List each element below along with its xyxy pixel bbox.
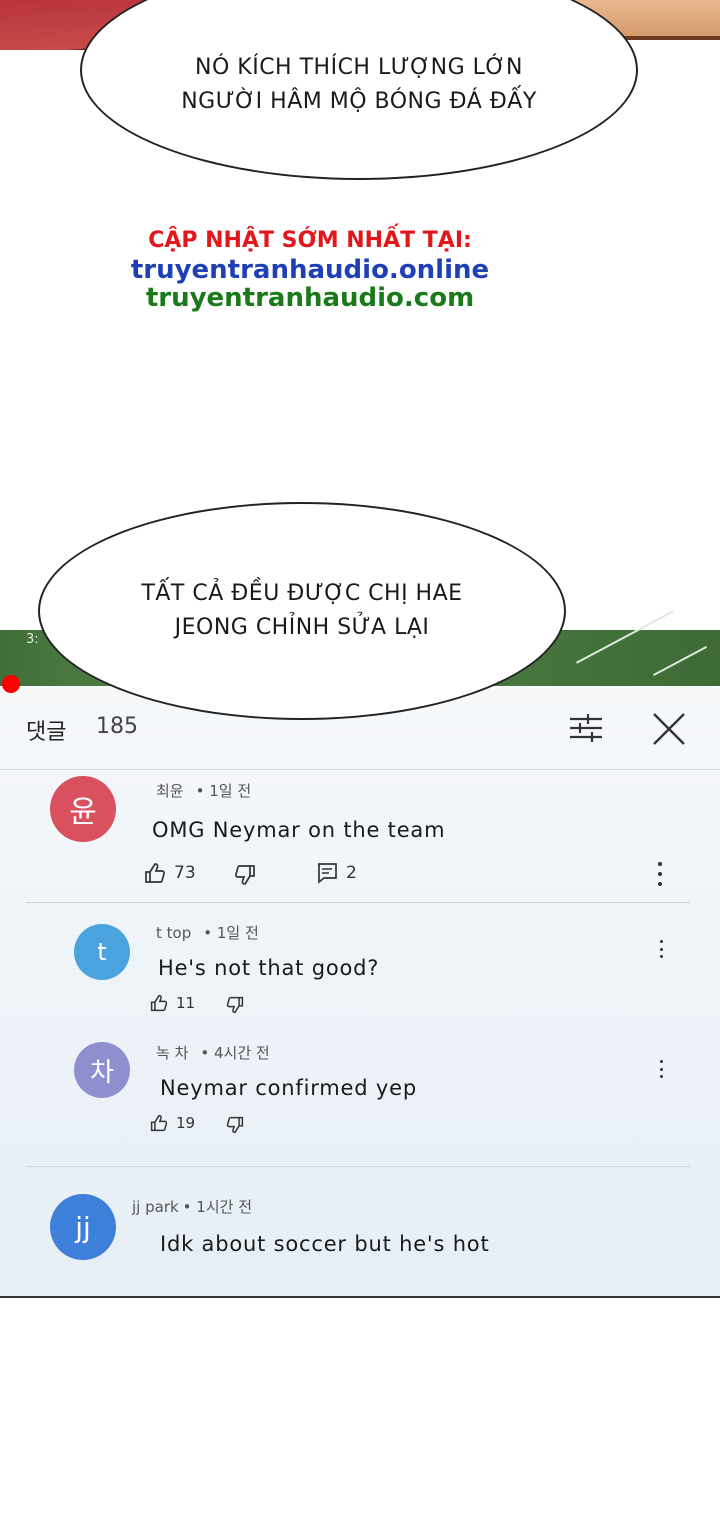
more-icon[interactable] <box>655 940 667 958</box>
avatar[interactable]: 윤 <box>50 776 116 842</box>
bubble-bottom-line-1: TẤT CẢ ĐỀU ĐƯỢC CHỊ HAE <box>141 581 463 606</box>
dislike-button[interactable] <box>234 864 256 886</box>
comment-author[interactable]: jj park <box>132 1198 179 1216</box>
dislike-button[interactable] <box>226 1116 244 1134</box>
comments-panel: 댓글 185 윤 최윤 • 1일 전 OMG Neymar on the team… <box>0 686 720 1298</box>
like-count: 73 <box>174 863 196 883</box>
page-bottom <box>0 1300 720 1514</box>
bubble-top-line-1: NÓ KÍCH THÍCH LƯỢNG LỚN <box>195 55 523 80</box>
speech-bubble-top: NÓ KÍCH THÍCH LƯỢNG LỚN NGƯỜI HÂM MỘ BÓN… <box>80 0 638 180</box>
promo-heading: CẬP NHẬT SỚM NHẤT TẠI: <box>148 228 472 253</box>
comment-time: • 4시간 전 <box>200 1044 270 1062</box>
comment-time: • 1일 전 <box>203 924 259 942</box>
comments-title: 댓글 <box>26 720 67 745</box>
like-count: 19 <box>176 1114 196 1132</box>
bubble-top-line-2: NGƯỜI HÂM MỘ BÓNG ĐÁ ĐẤY <box>181 89 537 114</box>
replies-button[interactable]: 2 <box>316 862 357 884</box>
like-button[interactable]: 19 <box>150 1114 195 1132</box>
close-icon[interactable] <box>648 708 690 750</box>
comment-time: • 1일 전 <box>195 782 252 800</box>
field-line <box>575 610 675 664</box>
avatar[interactable]: jj <box>50 1194 116 1260</box>
thumbs-up-icon <box>150 994 168 1012</box>
promo-link-com[interactable]: truyentranhaudio.com <box>0 283 620 313</box>
comment-meta: t top • 1일 전 <box>156 922 259 943</box>
thumbs-down-icon <box>235 865 255 885</box>
comment-meta: jj park • 1시간 전 <box>132 1196 252 1217</box>
thumbs-down-icon <box>226 996 244 1014</box>
like-button[interactable]: 73 <box>144 862 196 884</box>
dislike-button[interactable] <box>226 996 244 1014</box>
comment-author[interactable]: 최윤 <box>156 782 184 800</box>
avatar[interactable]: 차 <box>74 1042 130 1098</box>
speech-bubble-bottom: TẤT CẢ ĐỀU ĐƯỢC CHỊ HAE JEONG CHỈNH SỬA … <box>38 502 566 720</box>
comments-count: 185 <box>96 714 138 739</box>
comment-text: Idk about soccer but he's hot <box>160 1232 490 1256</box>
field-line <box>653 646 707 676</box>
reply-count: 2 <box>346 863 357 883</box>
more-icon[interactable] <box>654 862 666 886</box>
promo-watermark: CẬP NHẬT SỚM NHẤT TẠI: truyentranhaudio.… <box>0 228 620 313</box>
more-icon[interactable] <box>655 1060 667 1078</box>
video-time: 3: <box>26 632 39 647</box>
like-button[interactable]: 11 <box>150 994 195 1012</box>
video-progress-handle[interactable] <box>2 675 20 693</box>
bubble-bottom-line-2: JEONG CHỈNH SỬA LẠI <box>174 615 430 640</box>
divider <box>26 902 690 903</box>
thumbs-up-icon <box>145 863 165 883</box>
thumbs-down-icon <box>226 1116 244 1134</box>
like-count: 11 <box>176 994 196 1012</box>
avatar[interactable]: t <box>74 924 130 980</box>
comment-time: • 1시간 전 <box>182 1198 252 1216</box>
comment-text: Neymar confirmed yep <box>160 1076 417 1100</box>
comment-author[interactable]: 녹 차 <box>156 1044 188 1062</box>
comment-meta: 최윤 • 1일 전 <box>156 780 251 801</box>
reply-icon <box>318 863 337 884</box>
divider <box>26 1166 690 1167</box>
sliders-icon[interactable] <box>566 708 606 748</box>
comment-author[interactable]: t top <box>156 924 191 942</box>
thumbs-up-icon <box>150 1114 168 1132</box>
promo-link-online[interactable]: truyentranhaudio.online <box>0 255 620 285</box>
comment-meta: 녹 차 • 4시간 전 <box>156 1042 270 1063</box>
comment-text: He's not that good? <box>158 956 380 980</box>
comment-text: OMG Neymar on the team <box>152 818 446 842</box>
